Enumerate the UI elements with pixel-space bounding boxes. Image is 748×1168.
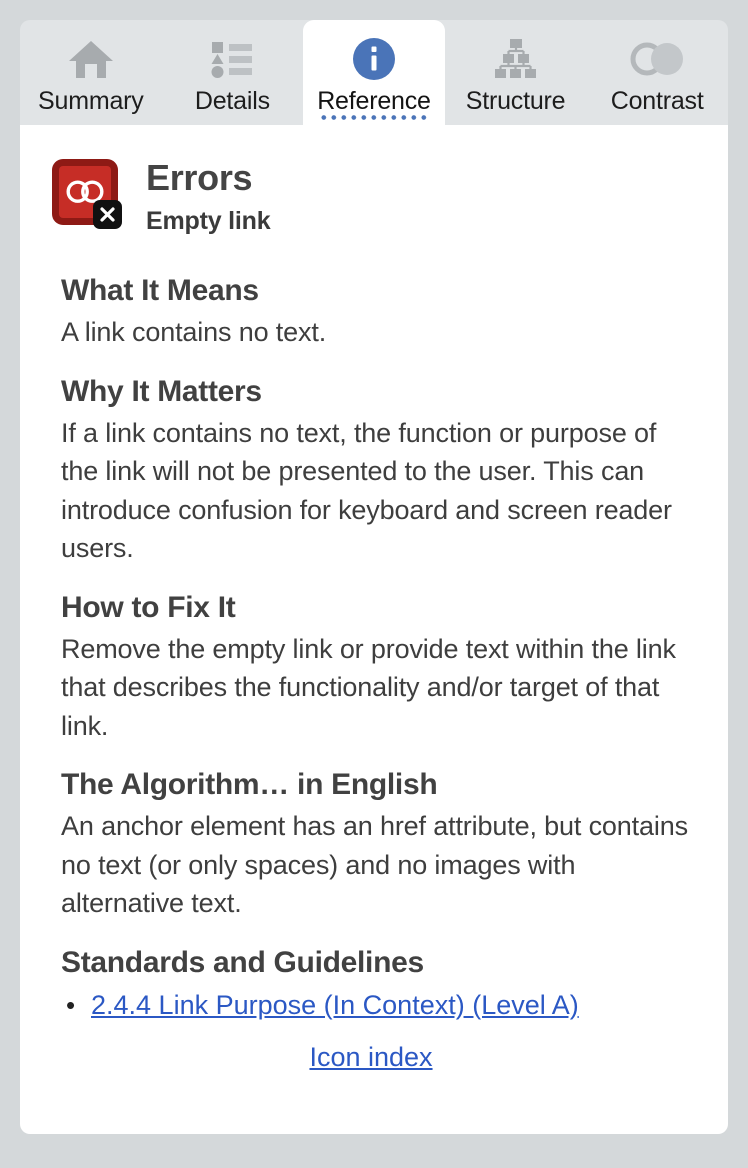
section-why-it-matters: Why It Matters If a link contains no tex… bbox=[40, 373, 702, 568]
section-heading: What It Means bbox=[61, 274, 259, 307]
tab-summary[interactable]: Summary bbox=[20, 20, 162, 125]
hierarchy-icon bbox=[488, 34, 544, 84]
info-icon bbox=[346, 34, 402, 84]
tab-reference[interactable]: Reference bbox=[303, 20, 445, 125]
section-body: If a link contains no text, the function… bbox=[61, 417, 672, 564]
section-how-to-fix-it: How to Fix It Remove the empty link or p… bbox=[40, 589, 702, 746]
standards-list: 2.4.4 Link Purpose (In Context) (Level A… bbox=[40, 985, 702, 1025]
home-icon bbox=[63, 34, 119, 84]
page-title: Errors bbox=[146, 157, 253, 198]
tab-reference-label: Reference bbox=[317, 87, 431, 115]
tab-structure[interactable]: Structure bbox=[445, 20, 587, 125]
reference-header: Errors Empty link bbox=[40, 147, 702, 251]
x-badge-icon bbox=[93, 200, 122, 229]
contrast-icon bbox=[629, 34, 685, 84]
section-body: An anchor element has an href attribute,… bbox=[61, 811, 688, 918]
section-body: A link contains no text. bbox=[61, 317, 327, 347]
tab-details-label: Details bbox=[194, 87, 270, 115]
reference-title-block: Errors Empty link bbox=[146, 157, 271, 237]
list-item: 2.4.4 Link Purpose (In Context) (Level A… bbox=[66, 985, 702, 1025]
tab-details[interactable]: Details bbox=[162, 20, 304, 125]
icon-index-link[interactable]: Icon index bbox=[309, 1042, 432, 1072]
section-heading: Standards and Guidelines bbox=[61, 945, 424, 979]
tab-contrast[interactable]: Contrast bbox=[586, 20, 728, 125]
section-heading: Why It Matters bbox=[61, 374, 262, 408]
icon-index-row: Icon index bbox=[40, 1042, 702, 1073]
tab-structure-label: Structure bbox=[465, 87, 566, 115]
active-tab-indicator bbox=[317, 115, 431, 120]
tab-bar: Summary Details Reference Structure Cont… bbox=[20, 20, 728, 125]
section-body: Remove the empty link or provide text wi… bbox=[61, 633, 676, 741]
section-standards-and-guidelines: Standards and Guidelines 2.4.4 Link Purp… bbox=[40, 944, 702, 1025]
tab-contrast-label: Contrast bbox=[610, 87, 704, 115]
section-heading: The Algorithm… in English bbox=[61, 768, 438, 801]
section-heading: How to Fix It bbox=[61, 590, 236, 624]
standard-link[interactable]: 2.4.4 Link Purpose (In Context) (Level A… bbox=[91, 990, 579, 1020]
list-icon bbox=[204, 34, 260, 84]
reference-panel-window: Summary Details Reference Structure Cont… bbox=[20, 20, 728, 1134]
rule-name: Empty link bbox=[146, 207, 271, 235]
section-the-algorithm: The Algorithm… in English An anchor elem… bbox=[40, 766, 702, 923]
section-what-it-means: What It Means A link contains no text. bbox=[40, 272, 702, 352]
reference-content-panel: Errors Empty link What It Means A link c… bbox=[20, 125, 728, 1134]
empty-link-error-icon bbox=[52, 159, 122, 229]
tab-summary-label: Summary bbox=[38, 87, 144, 115]
